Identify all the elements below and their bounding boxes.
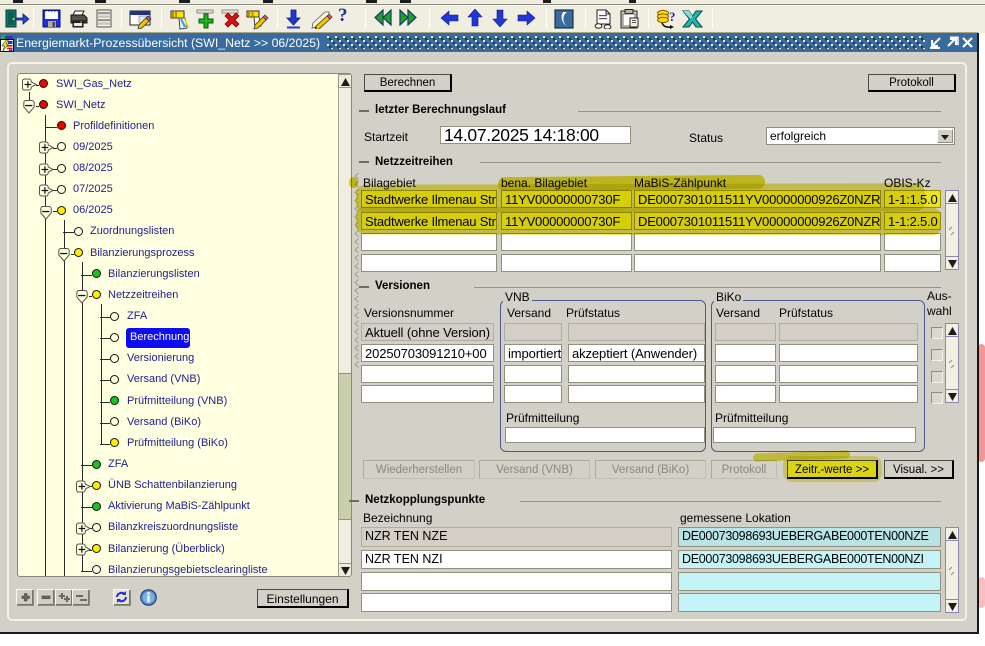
svg-text:?: ? — [669, 9, 676, 24]
